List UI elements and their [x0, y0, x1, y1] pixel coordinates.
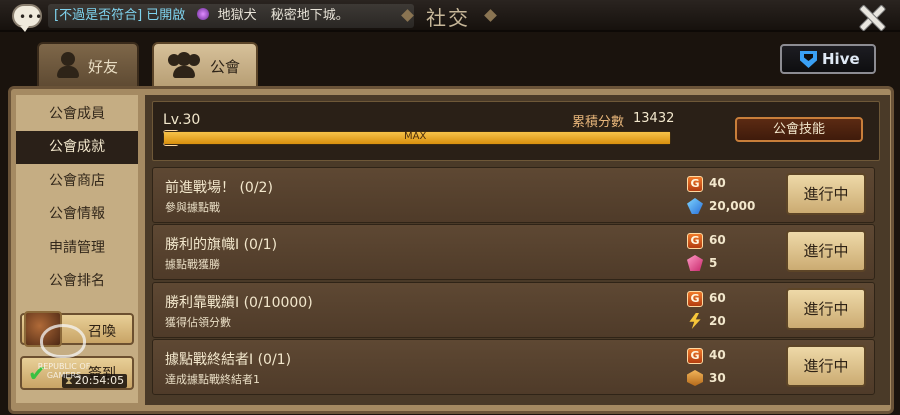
mission-row: 勝利的旗幟I (0/1) 據點戰獲勝 G 60 5 進行中 — [152, 224, 875, 280]
crystal-icon — [687, 198, 703, 214]
energy-icon — [689, 313, 701, 329]
in-progress-button[interactable]: 進行中 — [786, 288, 866, 330]
sidebar-item-shop[interactable]: 公會商店 — [16, 165, 138, 198]
mission-row: 前進戰場！ (0/2) 參與據點戰 G 40 20,000 進行中 — [152, 167, 875, 223]
close-button[interactable] — [856, 3, 886, 31]
in-progress-button[interactable]: 進行中 — [786, 230, 866, 272]
sidebar-item-info[interactable]: 公會情報 — [16, 198, 138, 231]
item-reward: 20,000 — [709, 199, 756, 213]
guild-point-reward: 40 — [709, 348, 726, 362]
hive-label: Hive — [822, 50, 860, 68]
mission-title: 勝利靠戰績I (0/10000) — [165, 295, 313, 311]
notice-text: [不過是否符合] 已開啟 — [54, 8, 186, 23]
notice-monster: 地獄犬 — [217, 8, 257, 23]
gem-icon — [197, 8, 210, 20]
item-reward: 5 — [709, 256, 718, 270]
hive-button[interactable]: Hive — [780, 44, 876, 74]
guild-point-icon: G — [687, 233, 703, 249]
notification-bar: ••• [不過是否符合] 已開啟 地獄犬 秘密地下城。 社交 — [0, 0, 900, 32]
logo-text-2: GAMERS — [46, 371, 82, 380]
guild-point-reward: 60 — [709, 291, 726, 305]
chat-bubble-icon: ••• — [19, 10, 44, 24]
tab-guild-label: 公會 — [210, 58, 241, 76]
guild-skill-button[interactable]: 公會技能 — [735, 117, 863, 142]
sidebar-item-achievements[interactable]: 公會成就 — [16, 131, 138, 164]
item-reward: 30 — [709, 371, 726, 385]
box-icon — [687, 370, 703, 386]
sidebar-item-applications[interactable]: 申請管理 — [16, 232, 138, 265]
mission-title: 勝利的旗幟I (0/1) — [165, 237, 278, 253]
in-progress-button[interactable]: 進行中 — [786, 345, 866, 387]
tab-friends-label: 好友 — [88, 58, 119, 76]
mission-row: 勝利靠戰績I (0/10000) 獲得佔領分數 G 60 20 進行中 — [152, 282, 875, 338]
guild-point-reward: 60 — [709, 233, 726, 247]
guild-point-icon: G — [687, 348, 703, 364]
mission-title: 據點戰終結者I (0/1) — [165, 352, 292, 368]
ruby-icon — [687, 255, 703, 271]
notice-ticker[interactable]: [不過是否符合] 已開啟 地獄犬 秘密地下城。 — [48, 4, 414, 28]
rog-overlay-logo: REPUBLIC OF GAMERS — [26, 318, 100, 394]
rog-eye-icon — [40, 324, 86, 358]
chat-button[interactable]: ••• — [12, 4, 44, 32]
level-progress-bar: MAX — [163, 131, 671, 145]
guild-point-reward: 40 — [709, 176, 726, 190]
progress-max-label: MAX — [404, 131, 427, 142]
hive-shield-icon — [800, 51, 817, 68]
page-title: 社交 — [426, 6, 470, 30]
mission-row: 據點戰終結者I (0/1) 達成據點戰終結者1 G 40 30 進行中 — [152, 339, 875, 395]
score-label: 累積分數 — [572, 115, 625, 130]
logo-text-1: REPUBLIC OF — [37, 362, 91, 371]
mission-desc: 參與據點戰 — [165, 201, 220, 214]
mission-title: 前進戰場！ (0/2) — [165, 180, 273, 196]
item-reward: 20 — [709, 314, 726, 328]
guild-point-icon: G — [687, 291, 703, 307]
mission-desc: 達成據點戰終結者1 — [165, 373, 260, 386]
tab-friends[interactable]: 好友 — [37, 42, 139, 88]
score-value: 13432 — [633, 111, 675, 126]
notice-dungeon: 秘密地下城。 — [270, 8, 349, 23]
mission-desc: 獲得佔領分數 — [165, 316, 231, 329]
sidebar-item-ranking[interactable]: 公會排名 — [16, 265, 138, 298]
in-progress-button[interactable]: 進行中 — [786, 173, 866, 215]
diamond-ornament-icon — [484, 9, 497, 22]
mission-desc: 據點戰獲勝 — [165, 258, 220, 271]
sidebar-item-members[interactable]: 公會成員 — [16, 98, 138, 131]
guild-point-icon: G — [687, 176, 703, 192]
tab-guild[interactable]: 公會 — [152, 42, 258, 90]
guild-level: Lv.30 — [163, 112, 201, 128]
